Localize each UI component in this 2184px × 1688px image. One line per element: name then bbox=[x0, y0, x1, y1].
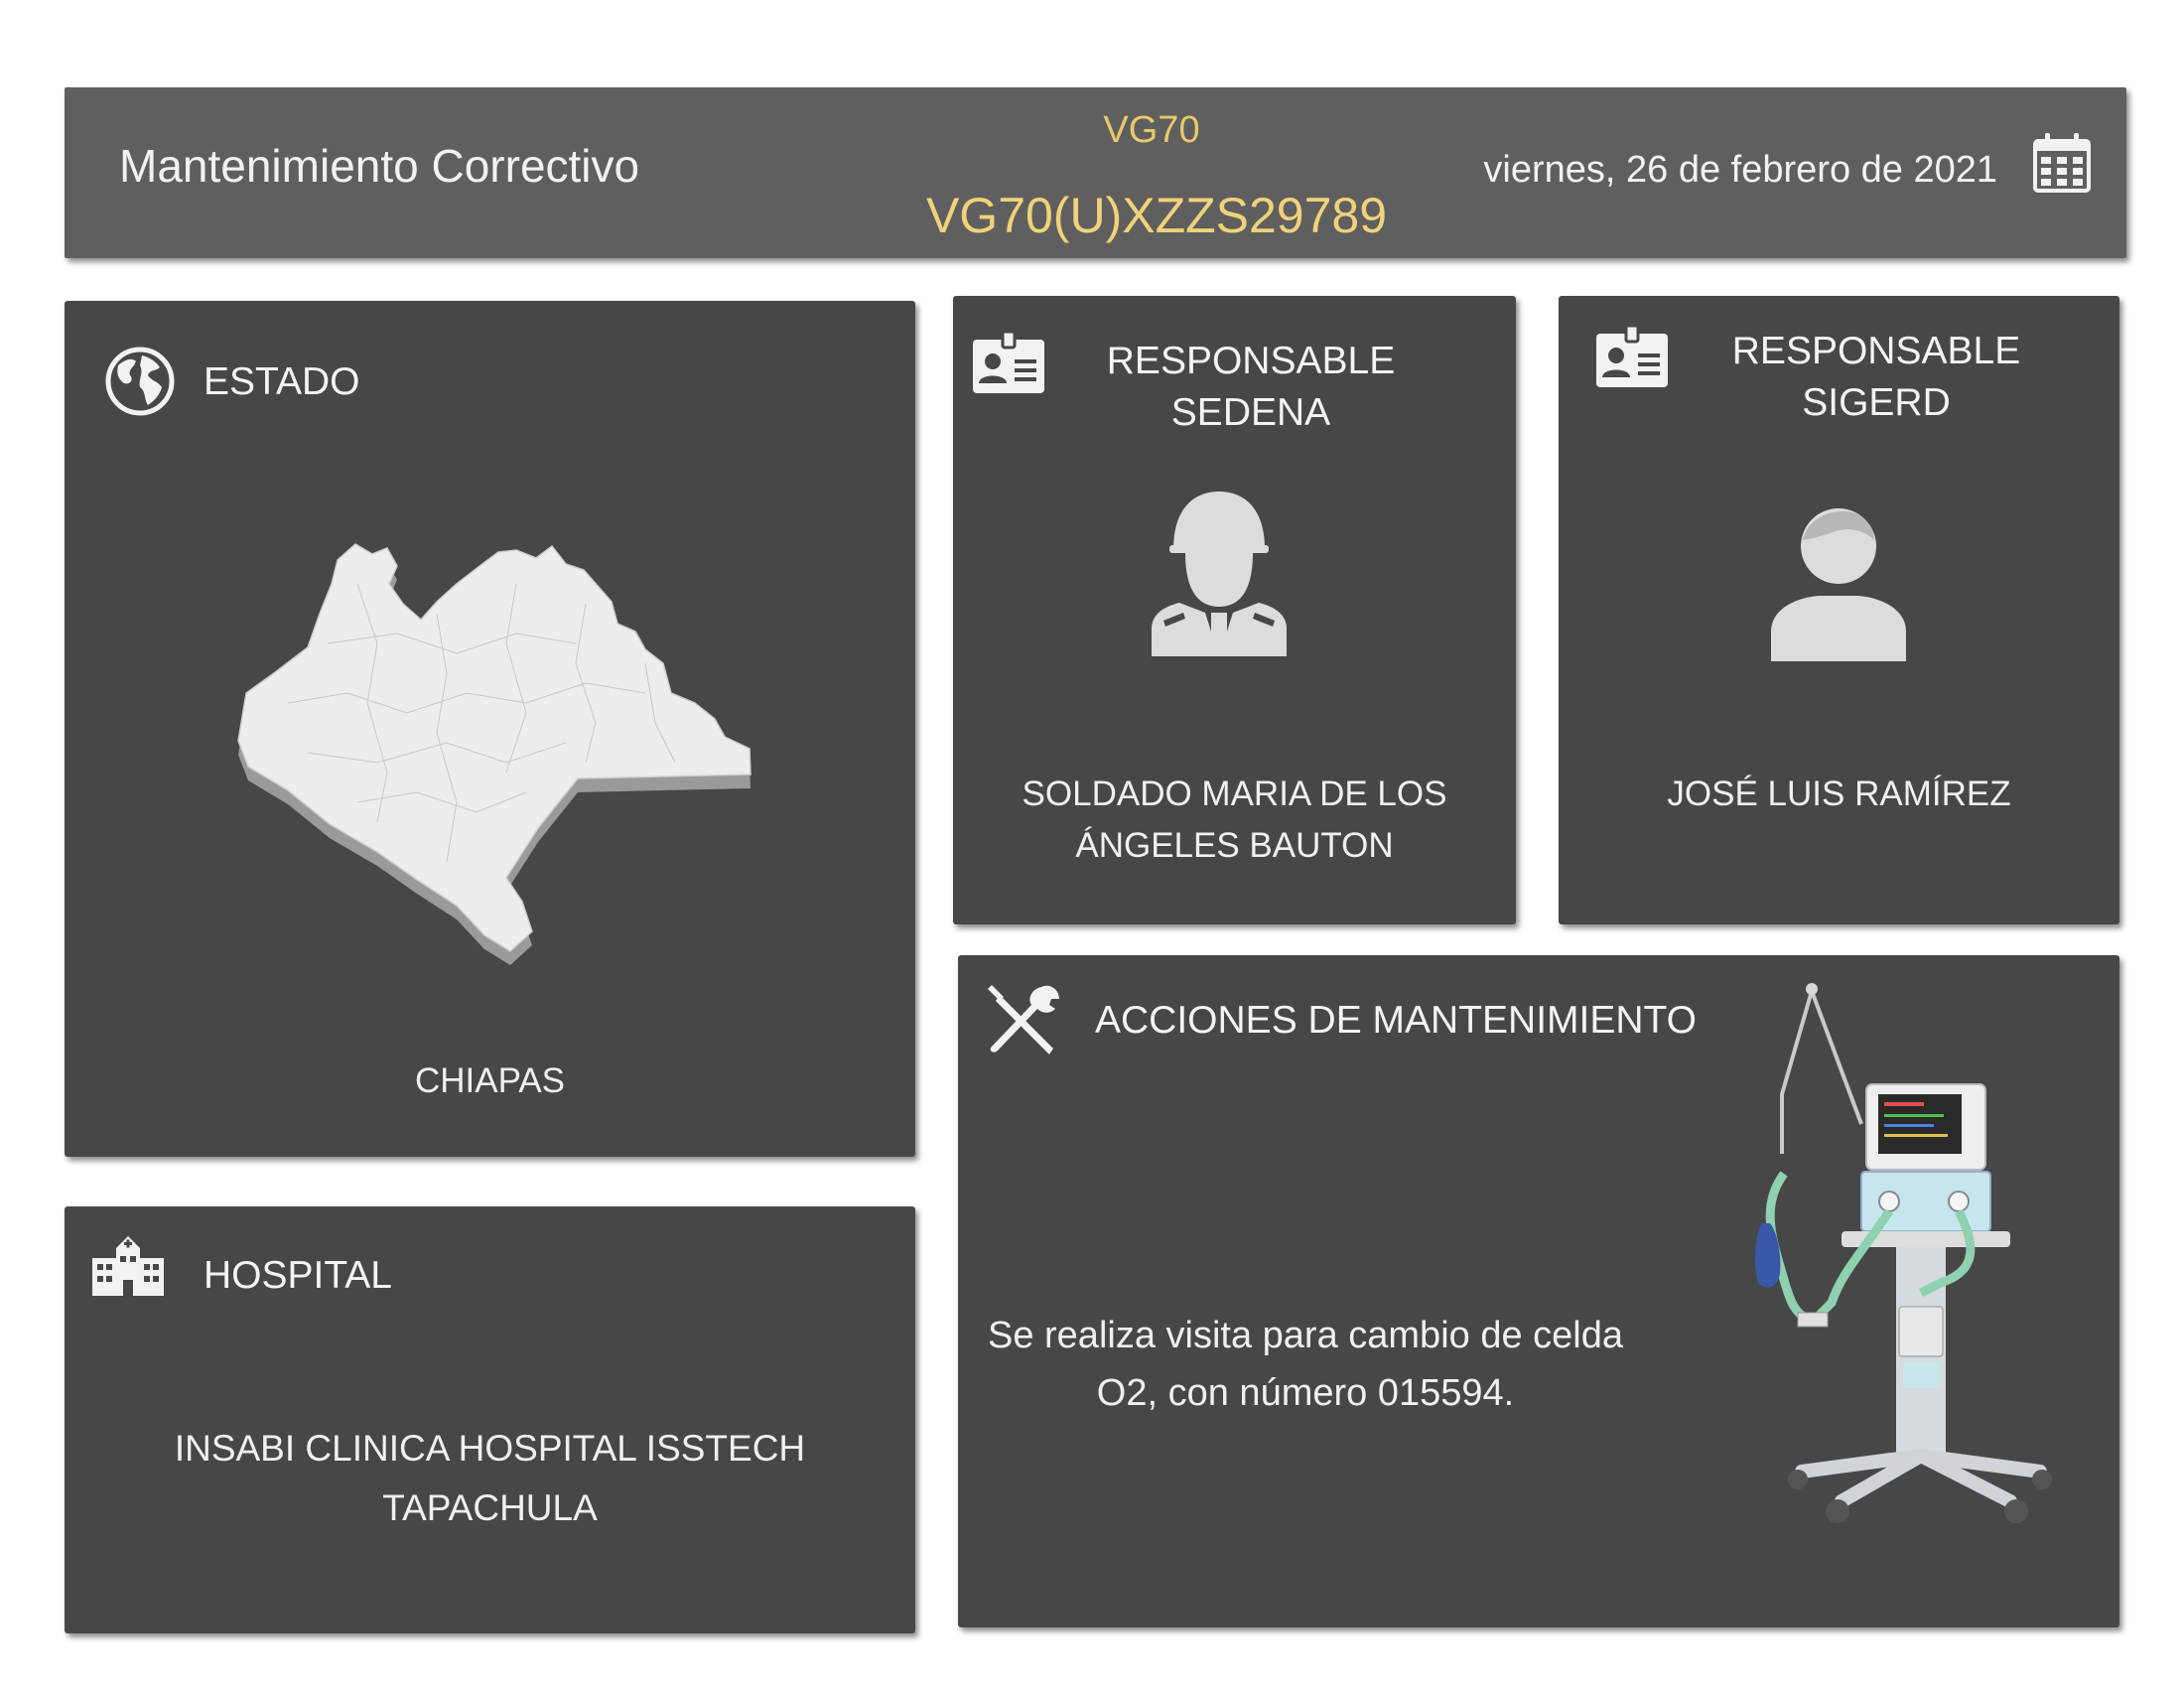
header-bar: Mantenimiento Correctivo VG70 VG70(U)XZZ… bbox=[65, 87, 2126, 258]
person-avatar-icon bbox=[1771, 508, 1906, 661]
equipment-serial: VG70(U)XZZS29789 bbox=[925, 188, 1388, 243]
acciones-text-line2: O2, con número 015594. bbox=[1096, 1372, 1515, 1414]
hospital-name-line1: INSABI CLINICA HOSPITAL ISSTECH bbox=[174, 1428, 806, 1469]
soldier-avatar-icon bbox=[1152, 492, 1287, 656]
sigerd-title-line2: SIGERD bbox=[1802, 381, 1951, 424]
estado-title: ESTADO bbox=[204, 360, 360, 403]
equipment-model: VG70 bbox=[1103, 109, 1200, 151]
page-title: Mantenimiento Correctivo bbox=[119, 140, 640, 192]
chiapas-map bbox=[237, 543, 751, 965]
responsable-sigerd-card: RESPONSABLE SIGERD JOSÉ LUIS RAMÍREZ bbox=[1559, 296, 2119, 924]
id-card-icon bbox=[1596, 326, 1668, 387]
sigerd-title-line1: RESPONSABLE bbox=[1731, 330, 2021, 372]
hospital-name-line2: TAPACHULA bbox=[382, 1487, 598, 1528]
sigerd-name: JOSÉ LUIS RAMÍREZ bbox=[1667, 774, 2011, 813]
tools-icon bbox=[988, 985, 1059, 1055]
sedena-name-line2: ÁNGELES BAUTON bbox=[1075, 826, 1394, 865]
responsable-sedena-card: RESPONSABLE SEDENA SOLDADO MARIA DE LOS … bbox=[953, 296, 1516, 924]
sedena-name-line1: SOLDADO MARIA DE LOS bbox=[1022, 774, 1447, 813]
hospital-icon bbox=[92, 1236, 164, 1296]
acciones-card: ACCIONES DE MANTENIMIENTO Se realiza vis… bbox=[958, 955, 2119, 1627]
sedena-title-line1: RESPONSABLE bbox=[1106, 340, 1396, 382]
hospital-title: HOSPITAL bbox=[204, 1254, 392, 1297]
id-card-icon bbox=[973, 332, 1044, 393]
estado-value: CHIAPAS bbox=[414, 1061, 566, 1100]
hospital-card: HOSPITAL INSABI CLINICA HOSPITAL ISSTECH… bbox=[65, 1206, 915, 1633]
sedena-title-line2: SEDENA bbox=[1170, 391, 1331, 434]
acciones-text-line1: Se realiza visita para cambio de celda bbox=[987, 1315, 1623, 1356]
report-date: viernes, 26 de febrero de 2021 bbox=[1483, 149, 1997, 191]
acciones-title: ACCIONES DE MANTENIMIENTO bbox=[1095, 999, 1698, 1042]
calendar-icon bbox=[2033, 133, 2091, 193]
ventilator-image bbox=[1755, 983, 2052, 1523]
globe-icon bbox=[105, 347, 175, 416]
estado-card: ESTADO CHIAPAS bbox=[65, 301, 915, 1157]
